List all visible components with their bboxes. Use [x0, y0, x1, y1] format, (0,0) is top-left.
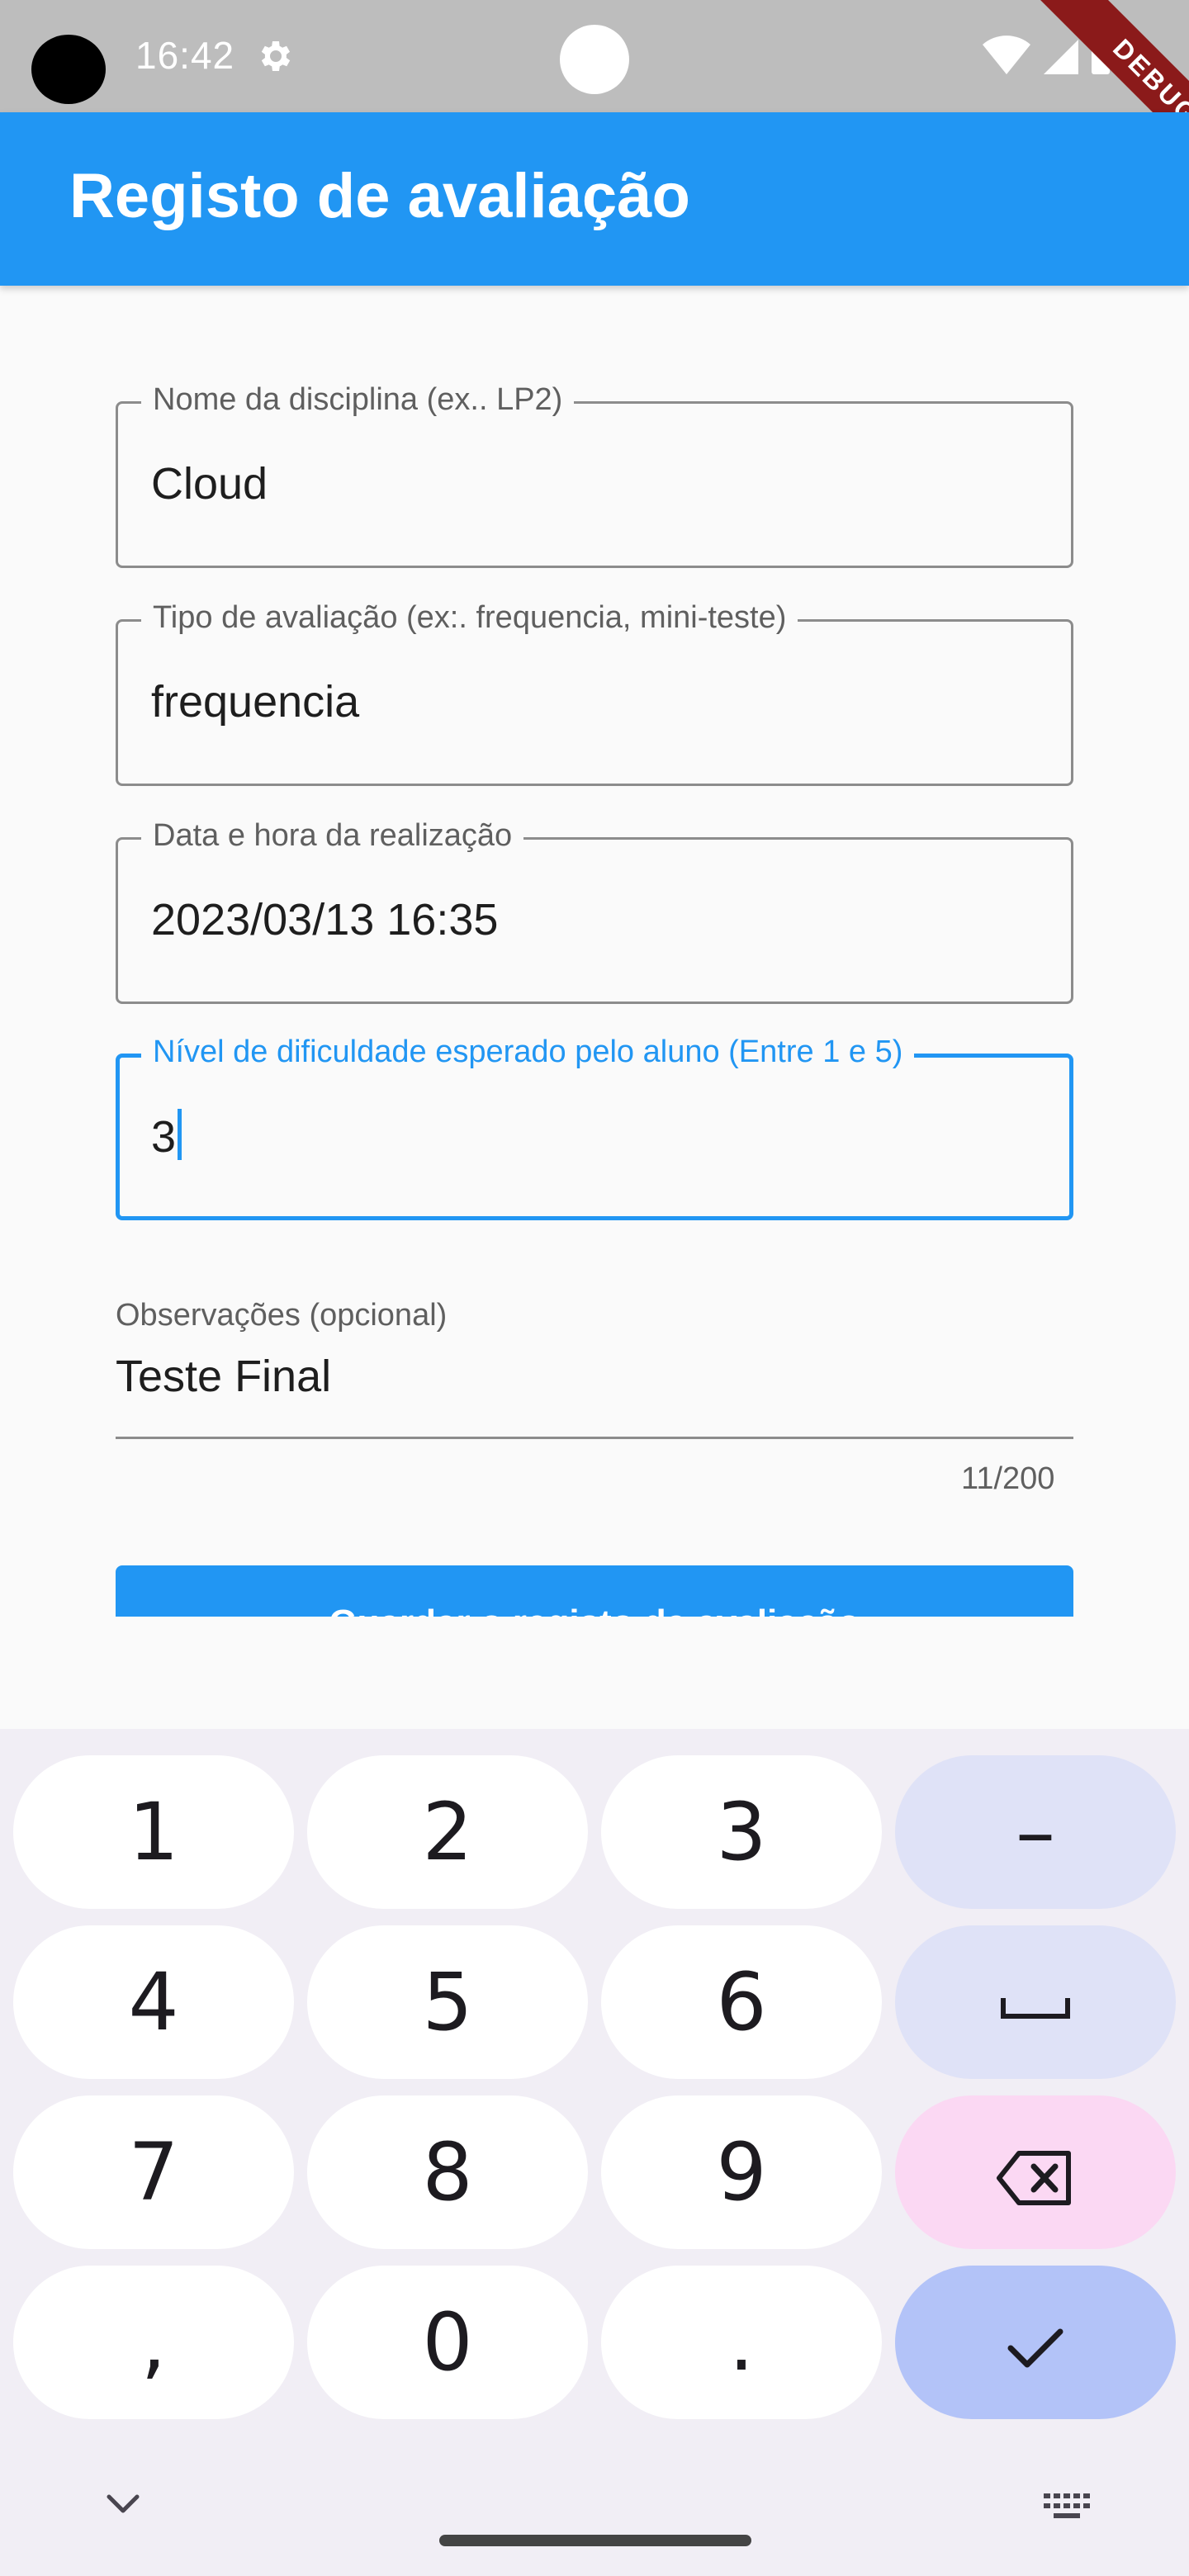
space-bar-icon: [1001, 1997, 1070, 2019]
difficulty-level-field[interactable]: Nível de dificuldade esperado pelo aluno…: [116, 1035, 1073, 1220]
datetime-label: Data e hora da realização: [141, 818, 524, 854]
key-5[interactable]: 5: [307, 1925, 588, 2079]
wifi-icon: [983, 36, 1030, 74]
status-bar: 16:42 DEBUG: [0, 0, 1189, 112]
evaluation-type-label: Tipo de avaliação (ex:. frequencia, mini…: [141, 600, 798, 636]
character-counter: 11/200: [961, 1461, 1055, 1496]
key-space[interactable]: [895, 1925, 1176, 2079]
observations-label: Observações (opcional): [116, 1298, 448, 1333]
key-6[interactable]: 6: [601, 1925, 882, 2079]
backspace-icon: [997, 2150, 1071, 2205]
key-done[interactable]: [895, 2266, 1176, 2419]
key-4[interactable]: 4: [13, 1925, 294, 2079]
hide-keyboard-chevron-icon[interactable]: [102, 2488, 144, 2522]
key-2[interactable]: 2: [307, 1755, 588, 1909]
key-7[interactable]: 7: [13, 2095, 294, 2249]
datetime-value: 2023/03/13 16:35: [151, 895, 499, 945]
save-evaluation-button[interactable]: Guardar o registo da avaliação: [116, 1565, 1073, 1617]
subject-name-value: Cloud: [151, 459, 268, 509]
page-title: Registo de avaliação: [69, 161, 690, 231]
evaluation-type-field[interactable]: Tipo de avaliação (ex:. frequencia, mini…: [116, 600, 1073, 786]
text-caret: [178, 1109, 182, 1160]
status-time: 16:42: [135, 34, 235, 77]
signal-icon: [1044, 40, 1078, 74]
observations-underline: [116, 1437, 1073, 1439]
key-period[interactable]: .: [601, 2266, 882, 2419]
evaluation-type-value: frequencia: [151, 677, 360, 727]
subject-name-label: Nome da disciplina (ex.. LP2): [141, 382, 575, 418]
numeric-keyboard: 1 2 3 – 4 5 6 7 8 9 , 0 .: [0, 1729, 1189, 2576]
key-comma[interactable]: ,: [13, 2266, 294, 2419]
settings-gear-icon: [254, 36, 294, 80]
difficulty-level-label: Nível de dificuldade esperado pelo aluno…: [141, 1035, 915, 1070]
camera-cutout: [31, 35, 106, 104]
checkmark-icon: [1007, 2328, 1063, 2368]
subject-name-field[interactable]: Nome da disciplina (ex.. LP2) Cloud: [116, 382, 1073, 568]
key-3[interactable]: 3: [601, 1755, 882, 1909]
home-indicator[interactable]: [439, 2535, 751, 2546]
camera-notch: [560, 25, 629, 94]
key-9[interactable]: 9: [601, 2095, 882, 2249]
key-minus[interactable]: –: [895, 1755, 1176, 1909]
key-8[interactable]: 8: [307, 2095, 588, 2249]
key-0[interactable]: 0: [307, 2266, 588, 2419]
datetime-field[interactable]: Data e hora da realização 2023/03/13 16:…: [116, 818, 1073, 1004]
observations-field[interactable]: Teste Final: [116, 1351, 331, 1402]
difficulty-level-value: 3: [151, 1109, 182, 1163]
switch-keyboard-icon[interactable]: [1042, 2490, 1092, 2527]
key-1[interactable]: 1: [13, 1755, 294, 1909]
form-scroll-area[interactable]: Nome da disciplina (ex.. LP2) Cloud Tipo…: [0, 286, 1189, 1617]
key-backspace[interactable]: [895, 2095, 1176, 2249]
